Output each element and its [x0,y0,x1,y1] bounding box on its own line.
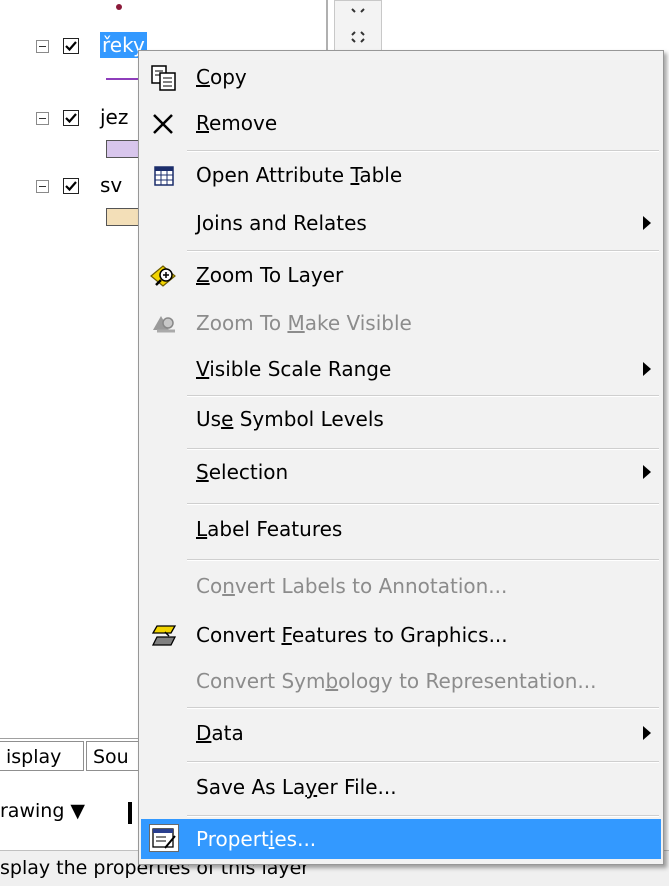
menu-item-label: Save As Layer File... [196,775,397,799]
menu-item-label: Open Attribute Table [196,163,403,187]
tab-display[interactable]: isplay [0,741,84,771]
layer-name[interactable]: sv [100,172,122,198]
collapse-toggle[interactable] [36,180,49,193]
menu-separator [187,250,659,252]
menu-item-convert-labels-to-annotation: Convert Labels to Annotation... [141,564,661,608]
toc-tab-strip: isplay Sou [0,738,160,773]
menu-item-label: Zoom To Layer [196,263,344,287]
toc-layer-jez[interactable]: jez [34,104,144,134]
menu-item-convert-symbology-to-representation: Convert Symbology to Representation... [141,659,661,703]
menu-separator [187,503,659,505]
layer-context-menu: Copy Remove Open Attribute Table Joins a… [138,50,664,865]
menu-item-label: Properties... [196,827,317,851]
menu-item-label: Convert Features to Graphics... [196,623,508,647]
menu-item-zoom-to-layer[interactable]: Zoom To Layer [141,253,661,297]
submenu-arrow-icon [643,465,651,479]
attribute-table-icon [149,161,179,189]
menu-item-open-attribute-table[interactable]: Open Attribute Table [141,153,661,197]
toc-layer-sv[interactable]: sv [34,172,144,202]
remove-x-icon [149,109,179,137]
properties-icon [149,824,179,852]
layer-visibility-checkbox[interactable] [63,178,79,194]
menu-item-zoom-to-make-visible: Zoom To Make Visible [141,301,661,345]
menu-item-label: Selection [196,460,289,484]
menu-item-label-features[interactable]: Label Features [141,507,661,551]
menu-item-visible-scale-range[interactable]: Visible Scale Range [141,347,661,391]
menu-item-copy[interactable]: Copy [141,55,661,99]
collapse-toggle[interactable] [36,40,49,53]
menu-item-label: Copy [196,65,247,89]
menu-separator [187,559,659,561]
expand-icon [351,8,365,43]
menu-item-label: Remove [196,111,278,135]
menu-item-convert-features-to-graphics[interactable]: Convert Features to Graphics... [141,613,661,657]
menu-item-properties[interactable]: Properties... [141,819,661,859]
tab-source[interactable]: Sou [86,741,146,771]
menu-item-data[interactable]: Data [141,711,661,755]
menu-separator [187,815,659,817]
menu-item-remove[interactable]: Remove [141,101,661,145]
collapse-toggle[interactable] [36,112,49,125]
menu-item-use-symbol-levels[interactable]: Use Symbol Levels [141,397,661,441]
submenu-arrow-icon [643,216,651,230]
convert-features-icon [149,621,179,649]
submenu-arrow-icon [643,362,651,376]
layer-symbol-dot [116,4,122,10]
layer-visibility-checkbox[interactable] [63,38,79,54]
menu-separator [187,761,659,763]
zoom-to-make-visible-icon [149,309,179,337]
menu-item-label: Use Symbol Levels [196,407,384,431]
drawing-menu[interactable]: rawing ▼ [0,800,85,822]
zoom-to-layer-icon [149,261,179,289]
copy-icon [149,63,179,91]
menu-item-label: Convert Symbology to Representation... [196,669,597,693]
menu-separator [187,707,659,709]
menu-item-save-as-layer-file[interactable]: Save As Layer File... [141,765,661,809]
layer-visibility-checkbox[interactable] [63,110,79,126]
menu-item-label: Zoom To Make Visible [196,311,412,335]
toolbar-separator [128,802,132,824]
menu-item-label: Visible Scale Range [196,357,392,381]
menu-separator [187,150,659,152]
layer-name[interactable]: jez [100,104,128,130]
menu-item-label: Data [196,721,244,745]
menu-item-label: Label Features [196,517,343,541]
menu-item-label: Joins and Relates [196,211,367,235]
menu-item-label: Convert Labels to Annotation... [196,574,508,598]
submenu-arrow-icon [643,726,651,740]
menu-item-selection[interactable]: Selection [141,450,661,494]
menu-item-joins-and-relates[interactable]: Joins and Relates [141,201,661,245]
